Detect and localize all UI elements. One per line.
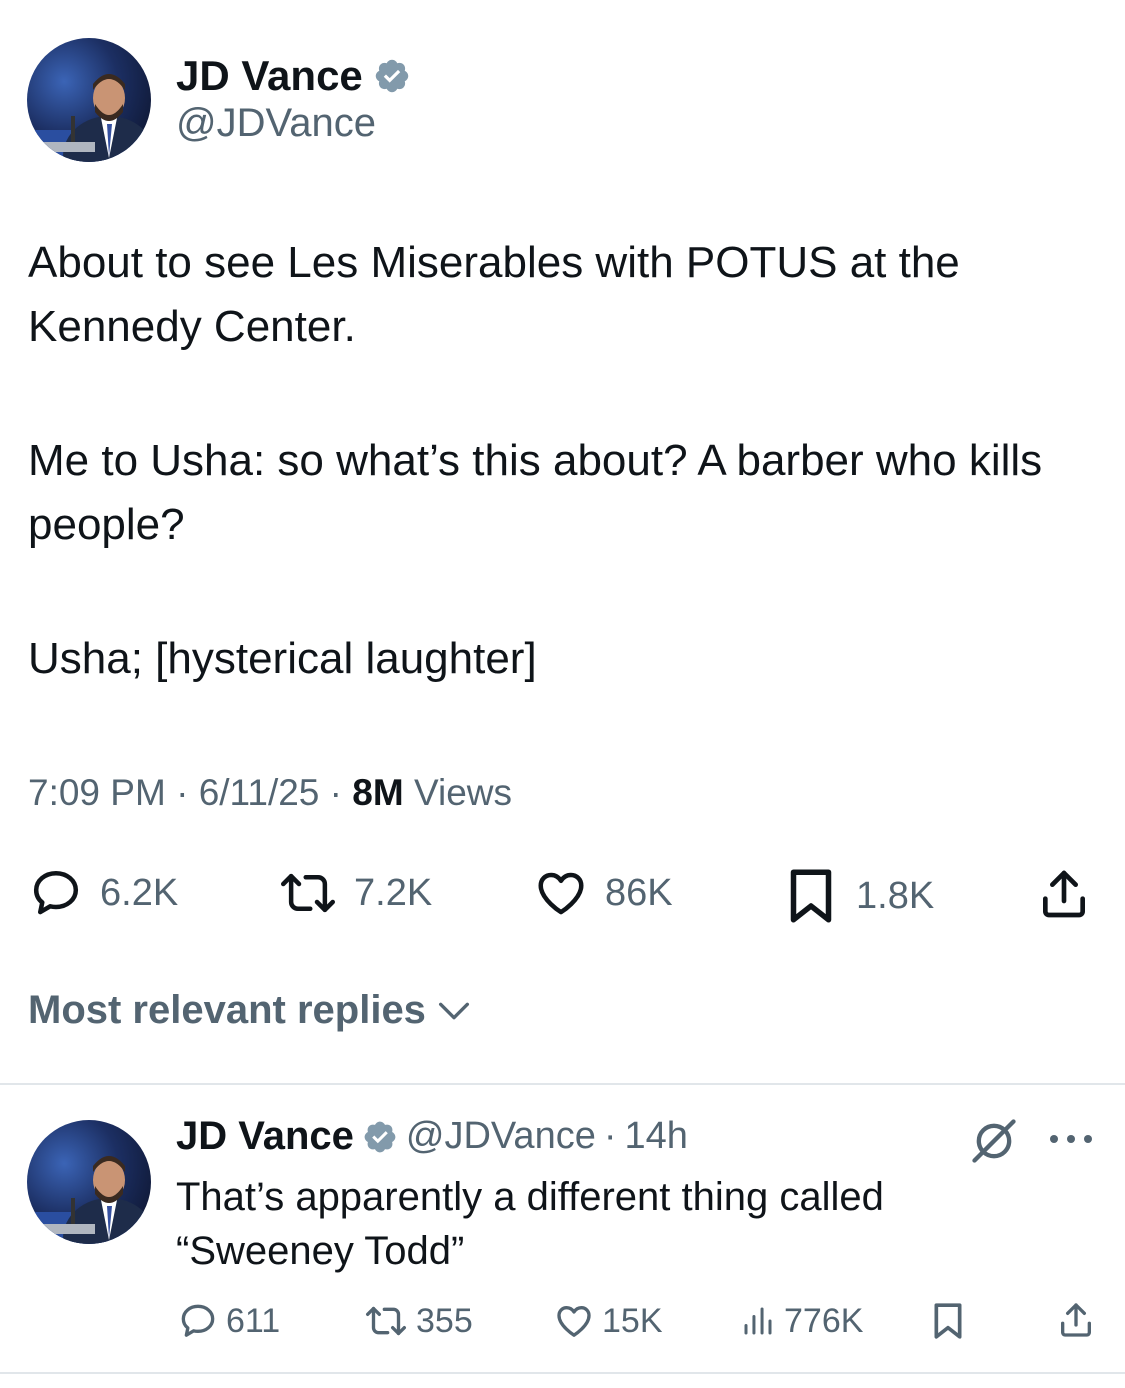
like-count: 86K	[605, 871, 673, 914]
tweet-paragraph-3: Usha; [hysterical laughter]	[28, 634, 537, 683]
chevron-down-icon	[438, 1002, 469, 1019]
tweet-paragraph-1: About to see Les Miserables with POTUS a…	[28, 238, 960, 351]
grok-icon	[972, 1119, 1016, 1163]
reply-text: That’s apparently a different thing call…	[176, 1175, 884, 1273]
reply-like-count: 15K	[602, 1301, 663, 1340]
bookmark-icon	[934, 1303, 962, 1339]
reply-bookmark-button[interactable]	[930, 1301, 966, 1341]
reply-repost-count: 355	[416, 1301, 473, 1340]
reply-share-button[interactable]	[1056, 1299, 1096, 1341]
reply-button[interactable]: 6.2K	[26, 866, 178, 920]
replies-sort-label: Most relevant replies	[28, 988, 426, 1032]
reply-icon	[181, 1304, 215, 1337]
reply-header: JD Vance @JDVance · 14h	[176, 1114, 688, 1159]
share-button[interactable]	[1036, 866, 1092, 922]
author-handle[interactable]: @JDVance	[176, 101, 376, 146]
tweet-time[interactable]: 7:09 PM	[28, 772, 166, 813]
verified-badge-icon	[364, 1121, 396, 1152]
meta-dot: ·	[603, 1115, 617, 1157]
reply-author-handle[interactable]: @JDVance	[406, 1115, 596, 1158]
views-count: 8M	[352, 772, 404, 813]
tweet-date[interactable]: 6/11/25	[199, 772, 320, 813]
more-options-button[interactable]	[1046, 1126, 1096, 1157]
author-avatar[interactable]	[27, 38, 151, 162]
repost-count: 7.2K	[354, 871, 433, 914]
repost-button[interactable]: 7.2K	[276, 866, 432, 920]
share-icon	[1043, 870, 1085, 918]
reply-views-button[interactable]: 776K	[740, 1301, 863, 1341]
replies-sort-dropdown[interactable]: Most relevant replies	[28, 988, 474, 1033]
grok-button[interactable]	[968, 1115, 1020, 1172]
reply-repost-button[interactable]: 355	[362, 1301, 473, 1341]
divider	[0, 1083, 1125, 1085]
views-label: Views	[413, 772, 512, 813]
like-button[interactable]: 86K	[531, 866, 673, 920]
bookmark-count: 1.8K	[856, 874, 935, 917]
reply-reply-button[interactable]: 611	[176, 1301, 280, 1341]
like-icon	[557, 1306, 591, 1337]
reply-author-avatar[interactable]	[27, 1120, 151, 1244]
meta-dot: ·	[329, 772, 342, 813]
verified-badge-icon	[375, 59, 409, 93]
reply-views-count: 776K	[784, 1301, 864, 1340]
reply-author-name[interactable]: JD Vance	[176, 1114, 354, 1159]
more-icon	[1050, 1135, 1092, 1143]
like-icon	[538, 872, 584, 915]
reply-count: 6.2K	[100, 871, 179, 914]
reply-like-button[interactable]: 15K	[552, 1301, 663, 1341]
repost-icon	[281, 873, 335, 913]
bookmark-button[interactable]: 1.8K	[784, 866, 934, 926]
tweet-paragraph-2: Me to Usha: so what’s this about? A barb…	[28, 436, 1043, 549]
meta-dot: ·	[176, 772, 189, 813]
divider	[0, 1372, 1125, 1374]
reply-icon	[33, 870, 79, 915]
repost-icon	[366, 1306, 407, 1336]
reply-age[interactable]: 14h	[625, 1115, 688, 1158]
reply-reply-count: 611	[226, 1301, 281, 1340]
views-icon	[744, 1307, 772, 1335]
share-icon	[1061, 1303, 1091, 1337]
author-name-row[interactable]: JD Vance	[176, 52, 411, 100]
tweet-meta: 7:09 PM · 6/11/25 · 8M Views	[28, 772, 512, 814]
bookmark-icon	[790, 869, 832, 923]
author-name[interactable]: JD Vance	[176, 52, 363, 100]
